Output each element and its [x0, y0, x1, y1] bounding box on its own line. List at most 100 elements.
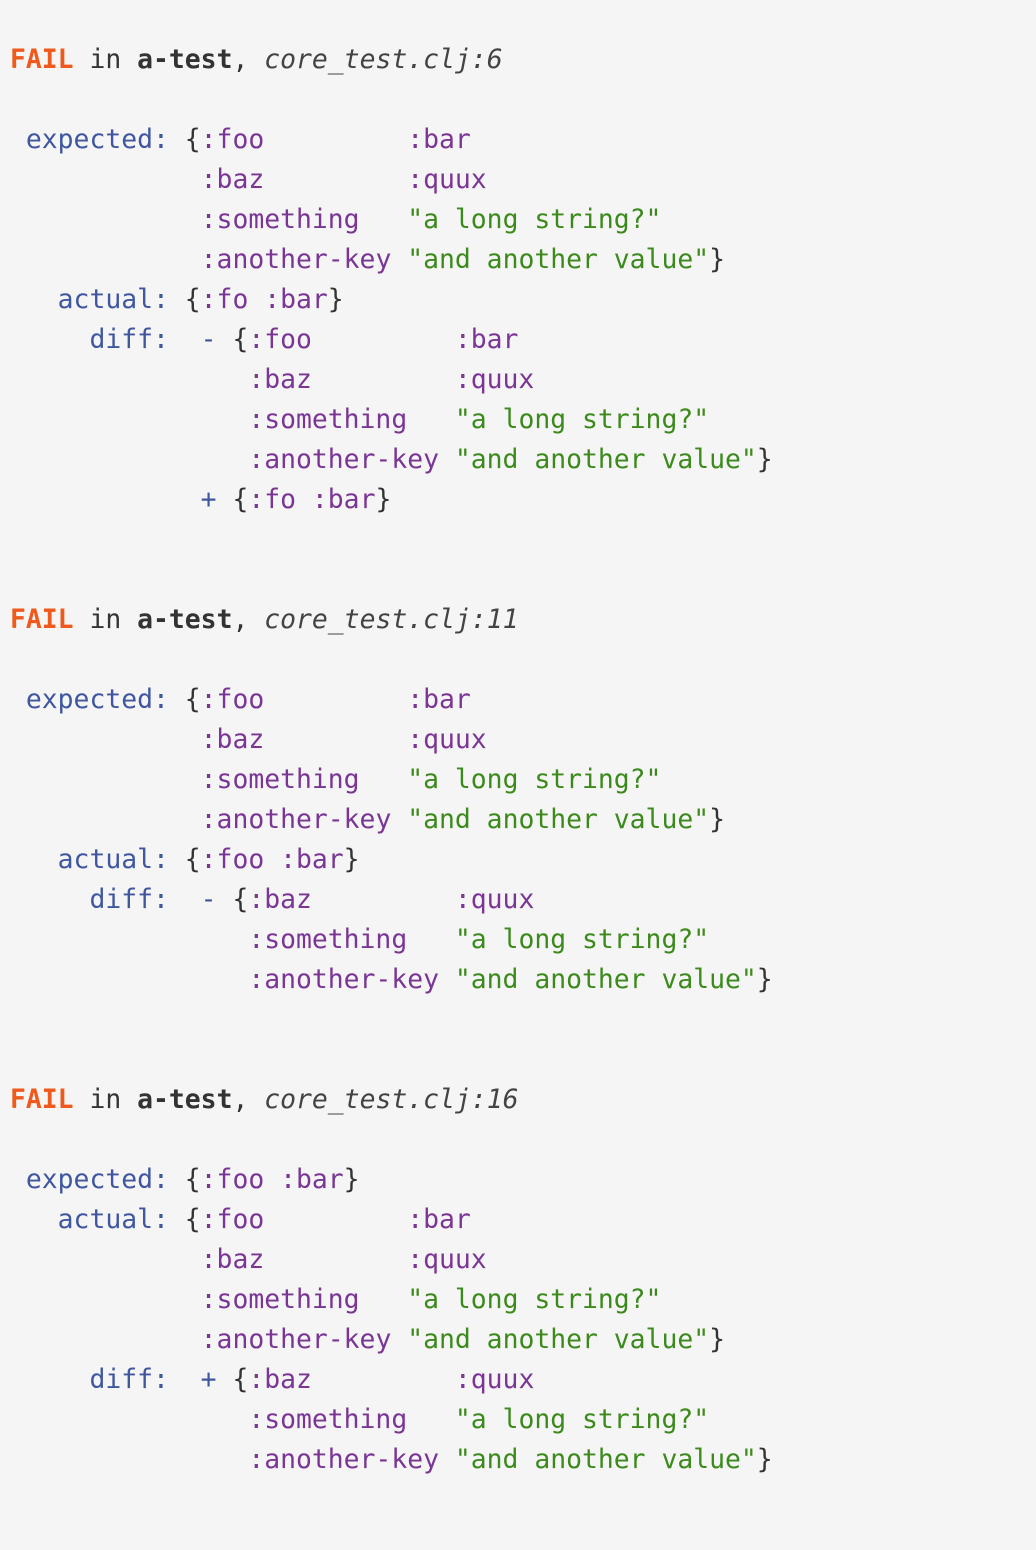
test-name: a-test — [137, 1084, 233, 1115]
fail-badge: FAIL — [10, 1084, 74, 1115]
report-line: :something "a long string?" — [10, 200, 773, 240]
report-line: actual: {:foo :bar — [10, 1200, 773, 1240]
keyword-token: :foo :bar — [200, 844, 344, 875]
brace-token: { — [184, 124, 201, 155]
report-line: :another-key "and another value"} — [10, 960, 773, 1000]
report-line: diff: - {:baz :quux — [10, 880, 773, 920]
brace-token: } — [756, 1444, 773, 1475]
report-line: expected: {:foo :bar — [10, 120, 773, 160]
report-line: :baz :quux — [10, 720, 773, 760]
brace-token: { — [232, 484, 249, 515]
failure-block: FAIL in a-test, core_test.clj:11 expecte… — [10, 600, 773, 1000]
report-line: :baz :quux — [10, 360, 773, 400]
string-token: "and another value" — [454, 1444, 757, 1475]
keyword-token: :another-key — [248, 444, 455, 475]
separator: , — [232, 44, 265, 75]
report-line: :baz :quux — [10, 160, 773, 200]
report-line: :another-key "and another value"} — [10, 1320, 773, 1360]
report-line: :another-key "and another value"} — [10, 240, 773, 280]
report-line: :another-key "and another value"} — [10, 440, 773, 480]
brace-token: { — [184, 284, 201, 315]
in-text: in — [73, 44, 138, 75]
string-token: "and another value" — [454, 444, 757, 475]
keyword-token: :something — [248, 924, 455, 955]
source-location: core_test.clj:11 — [264, 604, 519, 635]
keyword-token: :fo :bar — [248, 484, 376, 515]
brace-token: } — [343, 1164, 360, 1195]
in-text: in — [73, 1084, 138, 1115]
keyword-token: :another-key — [200, 804, 408, 835]
brace-token: { — [184, 1204, 201, 1235]
string-token: "and another value" — [407, 804, 710, 835]
test-name: a-test — [137, 604, 233, 635]
fail-badge: FAIL — [10, 604, 74, 635]
keyword-token: :fo :bar — [200, 284, 328, 315]
brace-token: } — [756, 964, 773, 995]
field-label: expected: — [10, 684, 185, 715]
string-token: "and another value" — [454, 964, 757, 995]
keyword-token: :baz :quux — [248, 884, 535, 915]
in-text: in — [73, 604, 138, 635]
keyword-token: :baz :quux — [248, 364, 535, 395]
report-line: :something "a long string?" — [10, 920, 773, 960]
keyword-token: :baz :quux — [200, 164, 487, 195]
failure-header: FAIL in a-test, core_test.clj:6 — [10, 40, 773, 80]
keyword-token: :baz :quux — [248, 1364, 535, 1395]
test-output: FAIL in a-test, core_test.clj:6 expected… — [10, 40, 773, 1480]
brace-token: } — [709, 804, 726, 835]
report-line: diff: - {:foo :bar — [10, 320, 773, 360]
field-label: actual: — [10, 284, 185, 315]
brace-token: } — [756, 444, 773, 475]
report-line: :another-key "and another value"} — [10, 800, 773, 840]
failure-header: FAIL in a-test, core_test.clj:11 — [10, 600, 773, 640]
report-line: :something "a long string?" — [10, 760, 773, 800]
brace-token: } — [343, 844, 360, 875]
keyword-token: :another-key — [248, 1444, 455, 1475]
keyword-token: :another-key — [200, 1324, 408, 1355]
brace-token: } — [375, 484, 392, 515]
brace-token: } — [709, 244, 726, 275]
test-name: a-test — [137, 44, 233, 75]
brace-token: { — [232, 884, 249, 915]
keyword-token: :something — [200, 204, 408, 235]
source-location: core_test.clj:6 — [264, 44, 503, 75]
report-line: :something "a long string?" — [10, 1280, 773, 1320]
brace-token: } — [327, 284, 344, 315]
report-line: :something "a long string?" — [10, 400, 773, 440]
separator: , — [232, 1084, 265, 1115]
keyword-token: :foo :bar — [200, 684, 471, 715]
string-token: "a long string?" — [454, 404, 710, 435]
source-location: core_test.clj:16 — [264, 1084, 519, 1115]
report-line: :another-key "and another value"} — [10, 1440, 773, 1480]
field-label: actual: — [10, 1204, 185, 1235]
brace-token: } — [709, 1324, 726, 1355]
keyword-token: :another-key — [248, 964, 455, 995]
keyword-token: :baz :quux — [200, 1244, 487, 1275]
diff-marker: + — [184, 1364, 233, 1395]
keyword-token: :foo :bar — [200, 1164, 344, 1195]
field-label: diff: — [10, 324, 185, 355]
report-line: + {:fo :bar} — [10, 480, 773, 520]
failure-block: FAIL in a-test, core_test.clj:16 expecte… — [10, 1080, 773, 1480]
brace-token: { — [184, 684, 201, 715]
string-token: "a long string?" — [407, 764, 662, 795]
keyword-token: :something — [200, 1284, 408, 1315]
field-label: diff: — [10, 1364, 185, 1395]
report-line: :something "a long string?" — [10, 1400, 773, 1440]
keyword-token: :something — [248, 404, 455, 435]
keyword-token: :something — [248, 1404, 455, 1435]
failure-header: FAIL in a-test, core_test.clj:16 — [10, 1080, 773, 1120]
brace-token: { — [184, 1164, 201, 1195]
string-token: "a long string?" — [454, 1404, 710, 1435]
